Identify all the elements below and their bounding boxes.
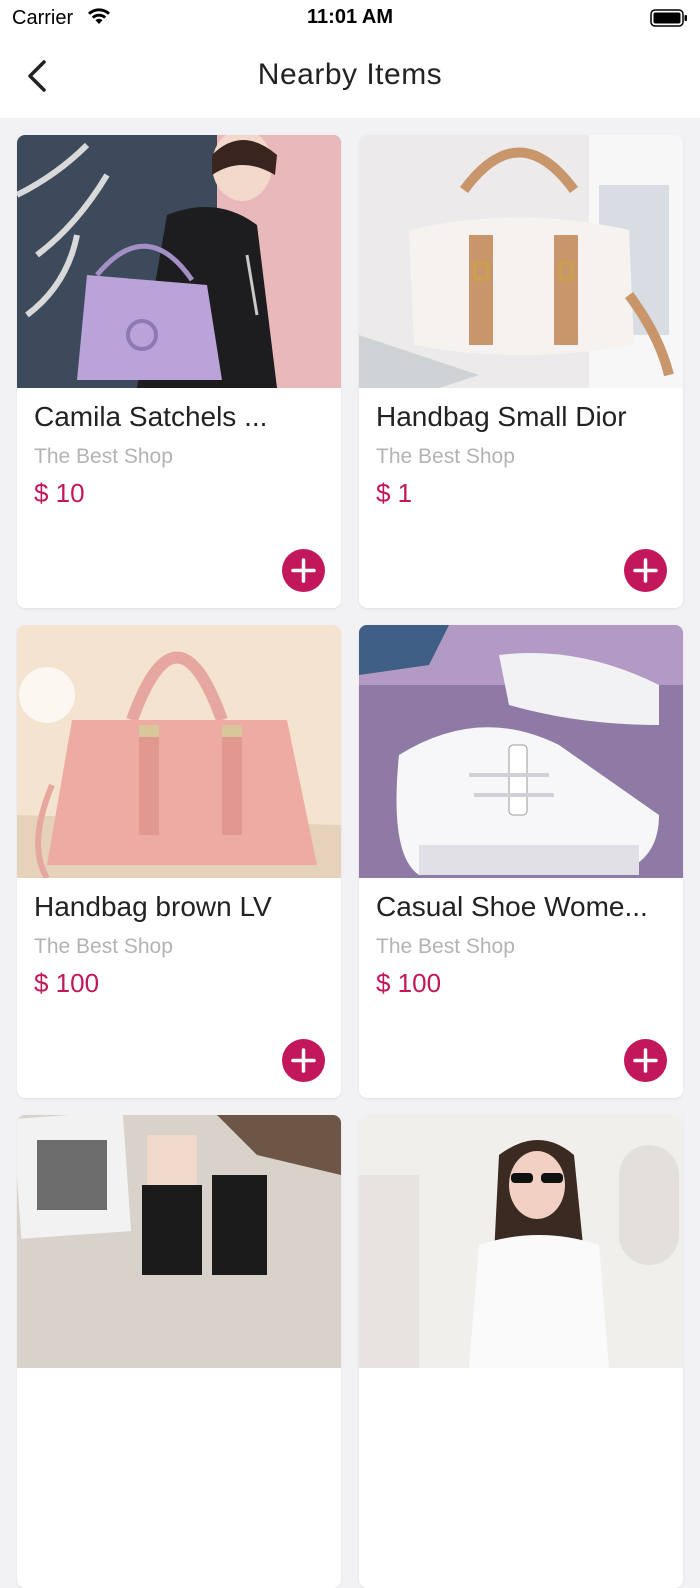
product-card[interactable]: Camila Satchels ... The Best Shop $ 10 xyxy=(17,135,341,608)
shop-name: The Best Shop xyxy=(34,935,173,958)
add-to-cart-button[interactable] xyxy=(624,1039,667,1082)
product-name: Casual Shoe Wome... xyxy=(376,891,648,922)
product-card[interactable]: Handbag brown LV The Best Shop $ 100 xyxy=(17,625,341,1098)
product-image xyxy=(359,135,683,388)
add-to-cart-button[interactable] xyxy=(624,549,667,592)
purple-handbag-photo xyxy=(17,135,341,388)
add-to-cart-button[interactable] xyxy=(282,1039,325,1082)
battery-icon xyxy=(650,9,687,27)
product-image xyxy=(359,625,683,878)
pink-handbag-photo xyxy=(17,625,341,878)
socks-photo xyxy=(17,1115,341,1368)
product-card[interactable] xyxy=(17,1115,341,1588)
product-price: $ 100 xyxy=(34,968,100,998)
white-tan-handbag-photo xyxy=(359,135,683,388)
shop-name: The Best Shop xyxy=(34,445,173,468)
product-image xyxy=(17,135,341,388)
product-image xyxy=(17,625,341,878)
product-price: $ 100 xyxy=(376,968,442,998)
status-bar: Carrier 11:01 AM xyxy=(0,0,700,36)
product-card[interactable]: Handbag Small Dior The Best Shop $ 1 xyxy=(359,135,683,608)
woman-sunglasses-photo xyxy=(359,1115,683,1368)
white-sneaker-photo xyxy=(359,625,683,878)
product-name: Handbag brown LV xyxy=(34,891,272,922)
product-card[interactable]: Casual Shoe Wome... The Best Shop $ 100 xyxy=(359,625,683,1098)
product-name: Handbag Small Dior xyxy=(376,401,627,432)
plus-icon xyxy=(291,558,316,583)
shop-name: The Best Shop xyxy=(376,445,515,468)
plus-icon xyxy=(633,1048,658,1073)
shop-name: The Best Shop xyxy=(376,935,515,958)
plus-icon xyxy=(633,558,658,583)
page-title: Nearby Items xyxy=(257,58,443,91)
plus-icon xyxy=(291,1048,316,1073)
product-price: $ 1 xyxy=(376,478,413,508)
product-name: Camila Satchels ... xyxy=(34,401,268,432)
product-image xyxy=(359,1115,683,1368)
product-card[interactable] xyxy=(359,1115,683,1588)
add-to-cart-button[interactable] xyxy=(282,549,325,592)
clock: 11:01 AM xyxy=(307,6,393,28)
navigation-bar: Nearby Items xyxy=(0,36,700,118)
product-image xyxy=(17,1115,341,1368)
product-price: $ 10 xyxy=(34,478,85,508)
